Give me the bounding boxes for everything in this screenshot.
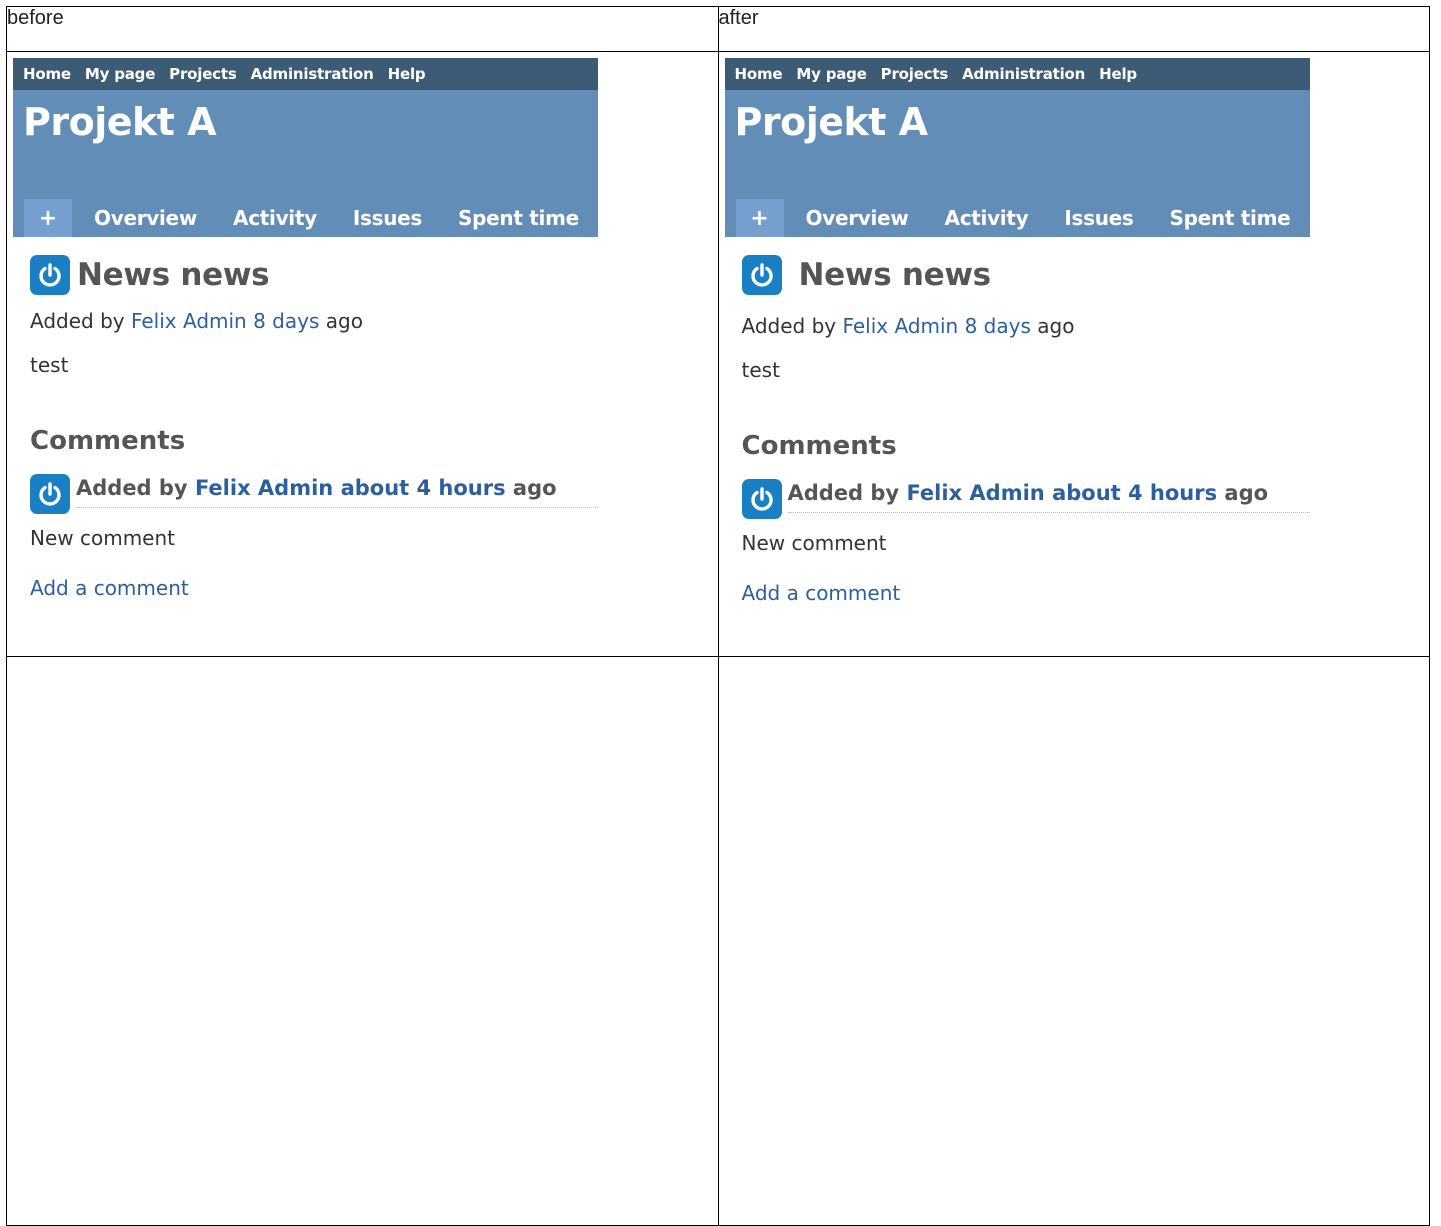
after-screenshot: Home My page Projects Administration Hel… xyxy=(717,51,1430,657)
main-menu: + Overview Activity Issues Spent time xyxy=(735,199,1291,237)
top-menu-administration[interactable]: Administration xyxy=(962,65,1085,83)
new-object-button[interactable]: + xyxy=(24,199,72,237)
comments-heading: Comments xyxy=(30,426,186,456)
age-link[interactable]: 8 days xyxy=(965,314,1031,338)
power-icon xyxy=(39,263,61,287)
comparison-table: before after Home My page Projects Admin… xyxy=(6,6,1430,1226)
project-title: Projekt A xyxy=(23,100,217,144)
tab-overview[interactable]: Overview xyxy=(94,199,197,237)
project-header: Projekt A + Overview Activity Issues Spe… xyxy=(13,90,598,237)
empty-cell-right xyxy=(717,656,1430,1226)
comment-ago-label: ago xyxy=(512,476,557,500)
before-screenshot: Home My page Projects Administration Hel… xyxy=(6,51,719,657)
top-menu-projects[interactable]: Projects xyxy=(881,65,949,83)
empty-cell-left xyxy=(6,656,719,1226)
comment-header: Added by Felix Admin about 4 hours ago xyxy=(741,479,1310,519)
ago-label: ago xyxy=(325,309,363,333)
top-menu-administration[interactable]: Administration xyxy=(251,65,374,83)
power-icon xyxy=(39,482,61,506)
tab-overview[interactable]: Overview xyxy=(806,199,909,237)
top-menu-help[interactable]: Help xyxy=(388,65,426,83)
redmine-page-after: Home My page Projects Administration Hel… xyxy=(724,58,1310,607)
avatar xyxy=(30,474,70,514)
add-comment-link[interactable]: Add a comment xyxy=(742,579,901,607)
tab-activity[interactable]: Activity xyxy=(945,199,1029,237)
news-meta: Added by Felix Admin 8 days ago xyxy=(30,307,598,335)
news-title: News news xyxy=(77,257,270,293)
project-title: Projekt A xyxy=(734,100,929,144)
author-link[interactable]: Felix Admin xyxy=(842,314,958,338)
top-menu-home[interactable]: Home xyxy=(735,65,783,83)
tab-spent-time[interactable]: Spent time xyxy=(1170,199,1291,237)
news-title-row: News news xyxy=(741,255,1310,295)
comment-age-link[interactable]: about 4 hours xyxy=(1052,481,1217,505)
new-object-button[interactable]: + xyxy=(735,199,784,237)
ago-label: ago xyxy=(1037,314,1075,338)
top-menu: Home My page Projects Administration Hel… xyxy=(724,58,1310,90)
top-menu-projects[interactable]: Projects xyxy=(169,65,237,83)
age-link[interactable]: 8 days xyxy=(253,309,319,333)
comment-meta: Added by Felix Admin about 4 hours ago xyxy=(76,474,598,508)
comments-heading: Comments xyxy=(741,431,897,461)
power-icon xyxy=(750,487,773,511)
added-by-label: Added by xyxy=(30,309,125,333)
content: News news Added by Felix Admin 8 days ag… xyxy=(725,255,1310,607)
comment-added-by-label: Added by xyxy=(787,481,900,505)
redmine-page-before: Home My page Projects Administration Hel… xyxy=(13,58,598,602)
added-by-label: Added by xyxy=(741,314,837,338)
comment-added-by-label: Added by xyxy=(76,476,188,500)
content: News news Added by Felix Admin 8 days ag… xyxy=(13,255,598,602)
author-link[interactable]: Felix Admin xyxy=(131,309,247,333)
news-title-row: News news xyxy=(30,255,598,295)
power-icon xyxy=(750,263,773,287)
tab-issues[interactable]: Issues xyxy=(353,199,422,237)
after-label: after xyxy=(717,6,1430,52)
top-menu-help[interactable]: Help xyxy=(1099,65,1137,83)
tab-issues[interactable]: Issues xyxy=(1064,199,1133,237)
comment-author-link[interactable]: Felix Admin xyxy=(195,476,333,500)
comment-age-link[interactable]: about 4 hours xyxy=(341,476,506,500)
tab-spent-time[interactable]: Spent time xyxy=(458,199,579,237)
news-body: test xyxy=(30,353,69,377)
news-body: test xyxy=(741,358,780,382)
news-title: News news xyxy=(798,257,992,293)
tab-activity[interactable]: Activity xyxy=(233,199,317,237)
before-label: before xyxy=(6,6,719,52)
top-menu-my-page[interactable]: My page xyxy=(85,65,155,83)
add-comment-link[interactable]: Add a comment xyxy=(30,574,189,602)
avatar xyxy=(741,255,782,295)
comment-text: New comment xyxy=(30,526,175,550)
avatar xyxy=(30,255,70,295)
news-meta: Added by Felix Admin 8 days ago xyxy=(742,312,1310,340)
avatar xyxy=(741,479,782,519)
comment-header: Added by Felix Admin about 4 hours ago xyxy=(30,474,598,514)
comment-meta: Added by Felix Admin about 4 hours ago xyxy=(787,479,1310,513)
comment-ago-label: ago xyxy=(1224,481,1269,505)
top-menu-home[interactable]: Home xyxy=(23,65,71,83)
comment-text: New comment xyxy=(741,531,887,555)
top-menu: Home My page Projects Administration Hel… xyxy=(13,58,598,90)
project-header: Projekt A + Overview Activity Issues Spe… xyxy=(724,90,1310,237)
comment-author-link[interactable]: Felix Admin xyxy=(906,481,1044,505)
main-menu: + Overview Activity Issues Spent time xyxy=(24,199,579,237)
top-menu-my-page[interactable]: My page xyxy=(796,65,866,83)
